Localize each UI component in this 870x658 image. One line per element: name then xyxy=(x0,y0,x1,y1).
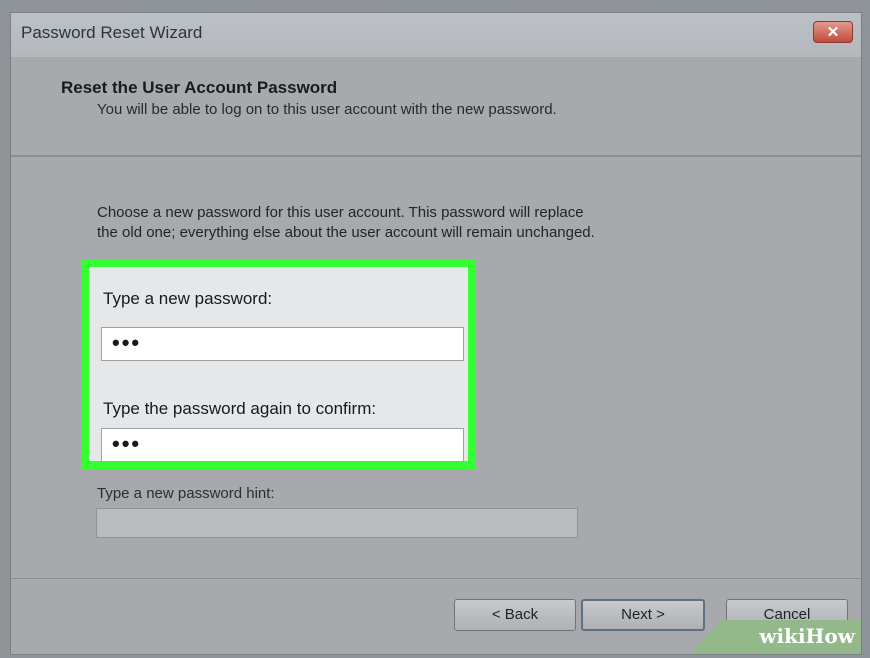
next-button[interactable]: Next > xyxy=(581,599,705,631)
wikihow-logo-text: wikiHow xyxy=(759,624,855,648)
wizard-header: Reset the User Account Password You will… xyxy=(11,57,861,157)
description: Choose a new password for this user acco… xyxy=(97,203,747,243)
password-hint-label: Type a new password hint: xyxy=(97,485,275,502)
new-password-label: Type a new password: xyxy=(103,289,273,308)
page-title: Reset the User Account Password xyxy=(61,78,338,97)
new-password-input[interactable]: ••• xyxy=(101,327,464,361)
description-line-1: Choose a new password for this user acco… xyxy=(97,204,584,221)
wikihow-watermark: wikiHow xyxy=(691,620,861,654)
title-bar: Password Reset Wizard ✕ xyxy=(11,13,861,57)
password-hint-input[interactable] xyxy=(96,508,578,538)
footer-divider xyxy=(11,578,861,579)
description-line-2: the old one; everything else about the u… xyxy=(97,224,595,241)
wizard-window: Password Reset Wizard ✕ Reset the User A… xyxy=(10,12,862,655)
close-button[interactable]: ✕ xyxy=(813,21,853,43)
window-title: Password Reset Wizard xyxy=(21,23,203,42)
back-button[interactable]: < Back xyxy=(454,599,576,631)
password-fields-highlight: Type a new password: ••• Type the passwo… xyxy=(81,259,476,469)
confirm-password-input[interactable]: ••• xyxy=(101,428,464,462)
confirm-password-label: Type the password again to confirm: xyxy=(103,399,377,418)
page-subtitle: You will be able to log on to this user … xyxy=(97,101,557,118)
close-icon: ✕ xyxy=(826,24,840,41)
